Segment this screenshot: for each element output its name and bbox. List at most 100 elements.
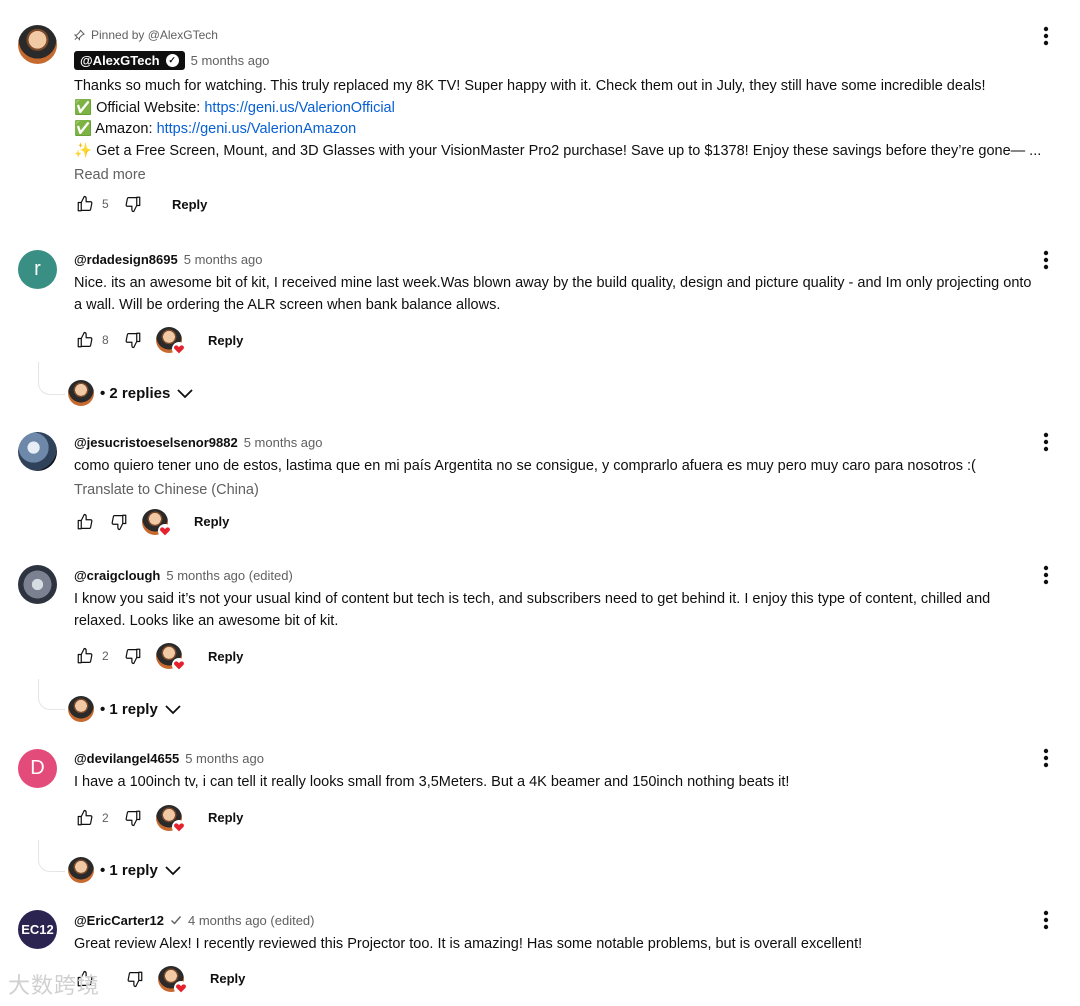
more-actions-button[interactable] (1036, 908, 1056, 932)
more-vert-icon (1043, 250, 1049, 270)
reply-button[interactable]: Reply (208, 649, 243, 664)
like-button[interactable] (74, 645, 96, 667)
comment-time[interactable]: 5 months ago (185, 751, 264, 766)
thumbs-down-icon (125, 196, 141, 213)
like-count: 2 (102, 810, 109, 825)
more-vert-icon (1043, 910, 1049, 930)
thumbs-up-icon (77, 513, 93, 529)
heart-icon (174, 980, 188, 995)
comment-time[interactable]: 4 months ago (edited) (188, 913, 314, 928)
avatar[interactable] (18, 25, 57, 64)
more-vert-icon (1043, 26, 1049, 46)
checkmark-emoji-icon: ✅ (74, 121, 93, 137)
comment-time[interactable]: 5 months ago (edited) (166, 568, 292, 583)
creator-heart (142, 508, 172, 538)
creator-heart (156, 804, 186, 834)
reply-avatar (68, 380, 94, 406)
creator-heart (156, 327, 186, 356)
author-handle[interactable]: @EricCarter12 (74, 913, 164, 928)
like-button[interactable] (74, 329, 96, 351)
verified-check-icon: ✓ (165, 53, 179, 67)
more-vert-icon (1043, 565, 1049, 585)
thread-line (38, 679, 65, 710)
sparkles-emoji-icon: ✨ (74, 142, 93, 159)
thumbs-down-icon (127, 971, 143, 987)
thumbs-up-icon (77, 195, 93, 212)
author-handle[interactable]: @devilangel4655 (74, 751, 179, 766)
reply-avatar (68, 696, 94, 722)
heart-icon (172, 819, 186, 834)
avatar[interactable]: r (18, 250, 57, 289)
thread-line (38, 840, 65, 872)
chevron-down-icon (165, 705, 181, 715)
reply-button[interactable]: Reply (210, 971, 245, 986)
pin-icon (74, 29, 85, 41)
reply-button[interactable]: Reply (172, 197, 207, 212)
chevron-down-icon (177, 389, 193, 399)
like-count: 2 (102, 649, 109, 663)
author-handle[interactable]: @AlexGTech ✓ (74, 50, 185, 70)
more-actions-button[interactable] (1036, 746, 1056, 770)
like-count: 5 (102, 197, 109, 211)
comment-text: Great review Alex! I recently reviewed t… (74, 936, 863, 952)
read-more-button[interactable]: Read more (74, 167, 1040, 183)
more-actions-button[interactable] (1036, 430, 1056, 454)
view-replies-button[interactable]: • 2 replies (68, 379, 194, 407)
comment-text: I know you said it’s not your usual kind… (74, 591, 991, 629)
comment-text: como quiero tener uno de estos, lastima … (74, 458, 976, 474)
avatar[interactable] (18, 432, 57, 471)
more-actions-button[interactable] (1036, 248, 1056, 272)
comment-time[interactable]: 5 months ago (191, 53, 270, 68)
thumbs-up-icon (77, 647, 93, 664)
dislike-button[interactable] (124, 968, 146, 990)
dislike-button[interactable] (108, 511, 130, 533)
avatar[interactable]: D (18, 749, 57, 788)
thumbs-down-icon (125, 332, 141, 349)
thumbs-up-icon (77, 809, 93, 825)
like-button[interactable] (74, 193, 96, 215)
checkmark-emoji-icon: ✅ (74, 99, 93, 116)
watermark: 大数跨境 (8, 973, 101, 998)
comment-time[interactable]: 5 months ago (244, 435, 323, 450)
more-vert-icon (1043, 748, 1049, 768)
view-replies-button[interactable]: • 1 reply (68, 856, 182, 884)
thumbs-down-icon (125, 648, 141, 665)
heart-icon (172, 658, 186, 672)
author-handle[interactable]: @rdadesign8695 (74, 252, 178, 267)
more-actions-button[interactable] (1036, 563, 1056, 587)
avatar[interactable]: EC12 (18, 910, 57, 949)
dislike-button[interactable] (122, 645, 144, 667)
official-website-link[interactable]: https://geni.us/ValerionOfficial (204, 100, 394, 116)
pinned-label: Pinned by @AlexGTech (74, 26, 1040, 44)
creator-heart (156, 643, 186, 672)
reply-button[interactable]: Reply (194, 514, 229, 529)
reply-avatar (68, 857, 94, 883)
like-button[interactable] (74, 807, 96, 829)
heart-icon (158, 523, 172, 538)
comment-text: I have a 100inch tv, i can tell it reall… (74, 774, 790, 790)
dislike-button[interactable] (122, 329, 144, 351)
like-button[interactable] (74, 511, 96, 533)
view-replies-button[interactable]: • 1 reply (68, 695, 182, 723)
reply-button[interactable]: Reply (208, 333, 243, 348)
like-count: 8 (102, 333, 109, 347)
thread-line (38, 362, 65, 395)
thumbs-down-icon (111, 514, 127, 530)
more-actions-button[interactable] (1036, 24, 1056, 48)
comment-text: Nice. its an awesome bit of kit, I recei… (74, 275, 1032, 313)
heart-icon (172, 342, 186, 356)
thumbs-up-icon (77, 331, 93, 348)
amazon-link[interactable]: https://geni.us/ValerionAmazon (157, 121, 357, 137)
thumbs-down-icon (125, 810, 141, 826)
comment-text: Thanks so much for watching. This truly … (74, 78, 1040, 159)
more-vert-icon (1043, 432, 1049, 452)
author-handle[interactable]: @jesucristoeselsenor9882 (74, 435, 238, 450)
reply-button[interactable]: Reply (208, 810, 243, 825)
comment-time[interactable]: 5 months ago (184, 252, 263, 267)
chevron-down-icon (165, 866, 181, 876)
dislike-button[interactable] (122, 807, 144, 829)
author-handle[interactable]: @craigclough (74, 568, 160, 583)
dislike-button[interactable] (122, 193, 144, 215)
avatar[interactable] (18, 565, 57, 604)
translate-button[interactable]: Translate to Chinese (China) (74, 482, 1040, 498)
